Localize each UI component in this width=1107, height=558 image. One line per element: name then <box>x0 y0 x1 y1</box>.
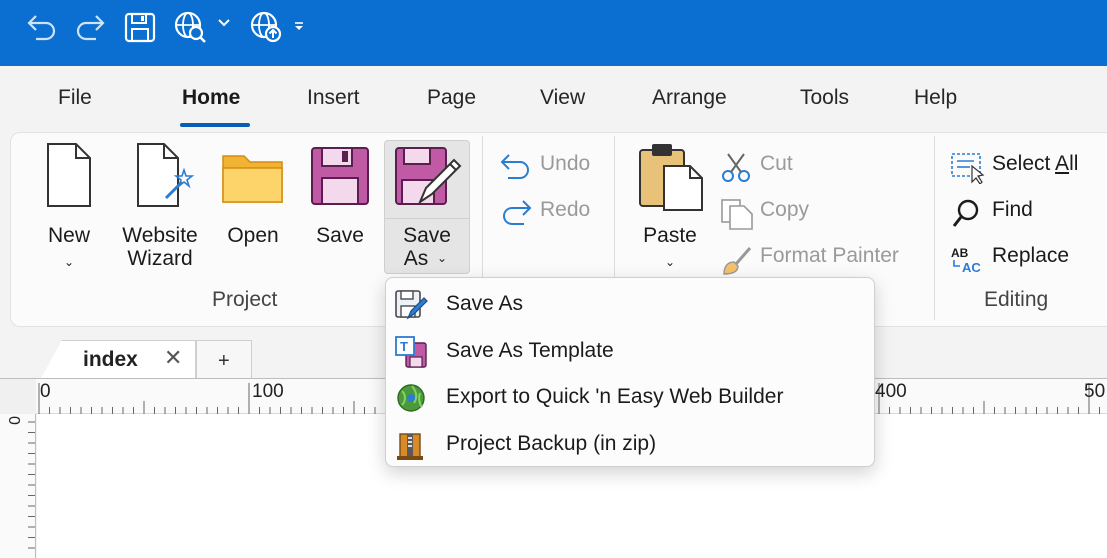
save-button[interactable] <box>308 140 372 210</box>
svg-text:AC: AC <box>962 260 981 275</box>
tab-home[interactable]: Home <box>182 86 240 110</box>
group-separator <box>934 136 935 320</box>
tab-tools[interactable]: Tools <box>800 86 849 110</box>
select-all-icon <box>951 153 985 184</box>
preview-web-icon[interactable] <box>172 9 208 45</box>
undo-label: Undo <box>540 152 591 175</box>
document-tab-label: index <box>83 348 138 371</box>
menu-item-export-builder[interactable]: Export to Quick 'n Easy Web Builder <box>386 374 876 420</box>
zip-backup-icon <box>397 433 423 460</box>
find-label: Find <box>992 198 1033 221</box>
wizard-icon <box>137 143 195 207</box>
save-as-dropdown-menu: Save As T Save As Template Export to Qui… <box>385 277 875 467</box>
paste-label: Paste <box>643 224 697 247</box>
website-wizard-button[interactable] <box>126 140 196 210</box>
redo-icon[interactable] <box>72 9 108 45</box>
select-all-button[interactable]: Select All <box>950 152 1079 184</box>
active-tab-indicator <box>180 123 250 127</box>
copy-button[interactable]: Copy <box>720 198 810 230</box>
menu-item-project-backup[interactable]: Project Backup (in zip) <box>386 421 876 467</box>
menu-item-save-as[interactable]: Save As <box>386 281 876 327</box>
save-as-icon <box>395 290 428 320</box>
replace-button[interactable]: AB AC Replace <box>950 244 1070 275</box>
ruler-label-400: 400 <box>875 381 907 402</box>
save-as-template-icon: T <box>395 336 427 368</box>
open-button[interactable] <box>220 140 286 210</box>
paste-button[interactable] <box>634 140 706 212</box>
menu-item-label: Save As <box>446 292 524 315</box>
tab-view[interactable]: View <box>540 86 585 110</box>
menu-item-save-as-template[interactable]: T Save As Template <box>386 328 876 374</box>
undo-icon[interactable] <box>24 9 60 45</box>
tab-arrange[interactable]: Arrange <box>652 86 727 110</box>
title-bar <box>0 0 1107 66</box>
save-as-label-2: As <box>403 247 429 270</box>
open-button-label: Open <box>227 224 279 247</box>
dropdown-chevron-icon[interactable] <box>216 14 232 30</box>
save-icon[interactable] <box>122 9 158 45</box>
folder-icon <box>222 155 283 203</box>
menu-item-label: Project Backup (in zip) <box>446 432 657 455</box>
paste-chevron-icon[interactable]: ⌄ <box>630 250 710 274</box>
new-chevron-icon[interactable]: ⌄ <box>40 250 98 274</box>
ribbon-tab-bar: File Home Insert Page View Arrange Tools… <box>0 66 1107 132</box>
undo-button[interactable]: Undo <box>498 152 591 179</box>
export-builder-icon <box>397 384 425 412</box>
plus-icon: + <box>218 350 230 372</box>
customize-qat-icon[interactable] <box>292 20 306 34</box>
new-button[interactable] <box>40 140 98 210</box>
vertical-ruler <box>0 414 36 558</box>
redo-arrow-icon <box>503 200 532 225</box>
replace-label: Replace <box>992 244 1070 267</box>
find-button[interactable]: Find <box>950 198 1033 227</box>
publish-web-icon[interactable] <box>248 9 284 45</box>
copy-icon <box>721 199 753 230</box>
undo-arrow-icon <box>500 154 529 179</box>
close-tab-icon[interactable]: ✕ <box>164 345 182 371</box>
tab-help[interactable]: Help <box>914 86 957 110</box>
website-wizard-label-1: Website <box>122 224 198 247</box>
format-painter-button[interactable]: Format Painter <box>720 244 899 275</box>
format-painter-label: Format Painter <box>760 244 899 267</box>
tab-page[interactable]: Page <box>427 86 476 110</box>
svg-text:T: T <box>400 339 408 354</box>
save-as-disk-icon <box>395 147 462 205</box>
select-all-label: Select All <box>992 152 1079 175</box>
project-group-label: Project <box>212 288 278 311</box>
redo-label: Redo <box>540 198 591 221</box>
save-as-chevron-icon[interactable]: ⌄ <box>432 246 452 270</box>
redo-button[interactable]: Redo <box>498 198 591 225</box>
svg-text:AB: AB <box>951 246 969 260</box>
vertical-ruler-ticks <box>28 421 35 549</box>
menu-item-label: Export to Quick 'n Easy Web Builder <box>446 385 784 408</box>
ruler-label-100: 100 <box>252 381 284 402</box>
new-button-label: New <box>47 224 90 247</box>
website-wizard-label-2: Wizard <box>127 247 193 270</box>
editing-group-label: Editing <box>984 288 1049 311</box>
ruler-label-0: 0 <box>40 381 51 402</box>
menu-item-label: Save As Template <box>446 339 614 362</box>
save-button-label: Save <box>316 224 364 247</box>
save-disk-icon <box>311 147 369 205</box>
copy-label: Copy <box>760 198 810 221</box>
tab-insert[interactable]: Insert <box>307 86 360 110</box>
replace-icon: ABAC <box>951 246 981 275</box>
scissors-icon <box>722 153 750 182</box>
save-as-split-divider <box>385 218 469 219</box>
magnifier-icon <box>952 199 979 227</box>
cut-label: Cut <box>760 152 793 175</box>
tab-file[interactable]: File <box>58 86 92 110</box>
vertical-ruler-label-0: 0 <box>5 416 22 425</box>
save-as-main-icon[interactable] <box>390 140 464 212</box>
paintbrush-icon <box>723 247 752 275</box>
cut-button[interactable]: Cut <box>720 152 793 182</box>
ruler-label-500: 50 <box>1084 381 1106 402</box>
ruler-corner <box>0 378 36 414</box>
clipboard-icon <box>639 144 703 211</box>
new-document-icon <box>47 143 91 207</box>
save-as-label-1: Save <box>403 224 451 247</box>
